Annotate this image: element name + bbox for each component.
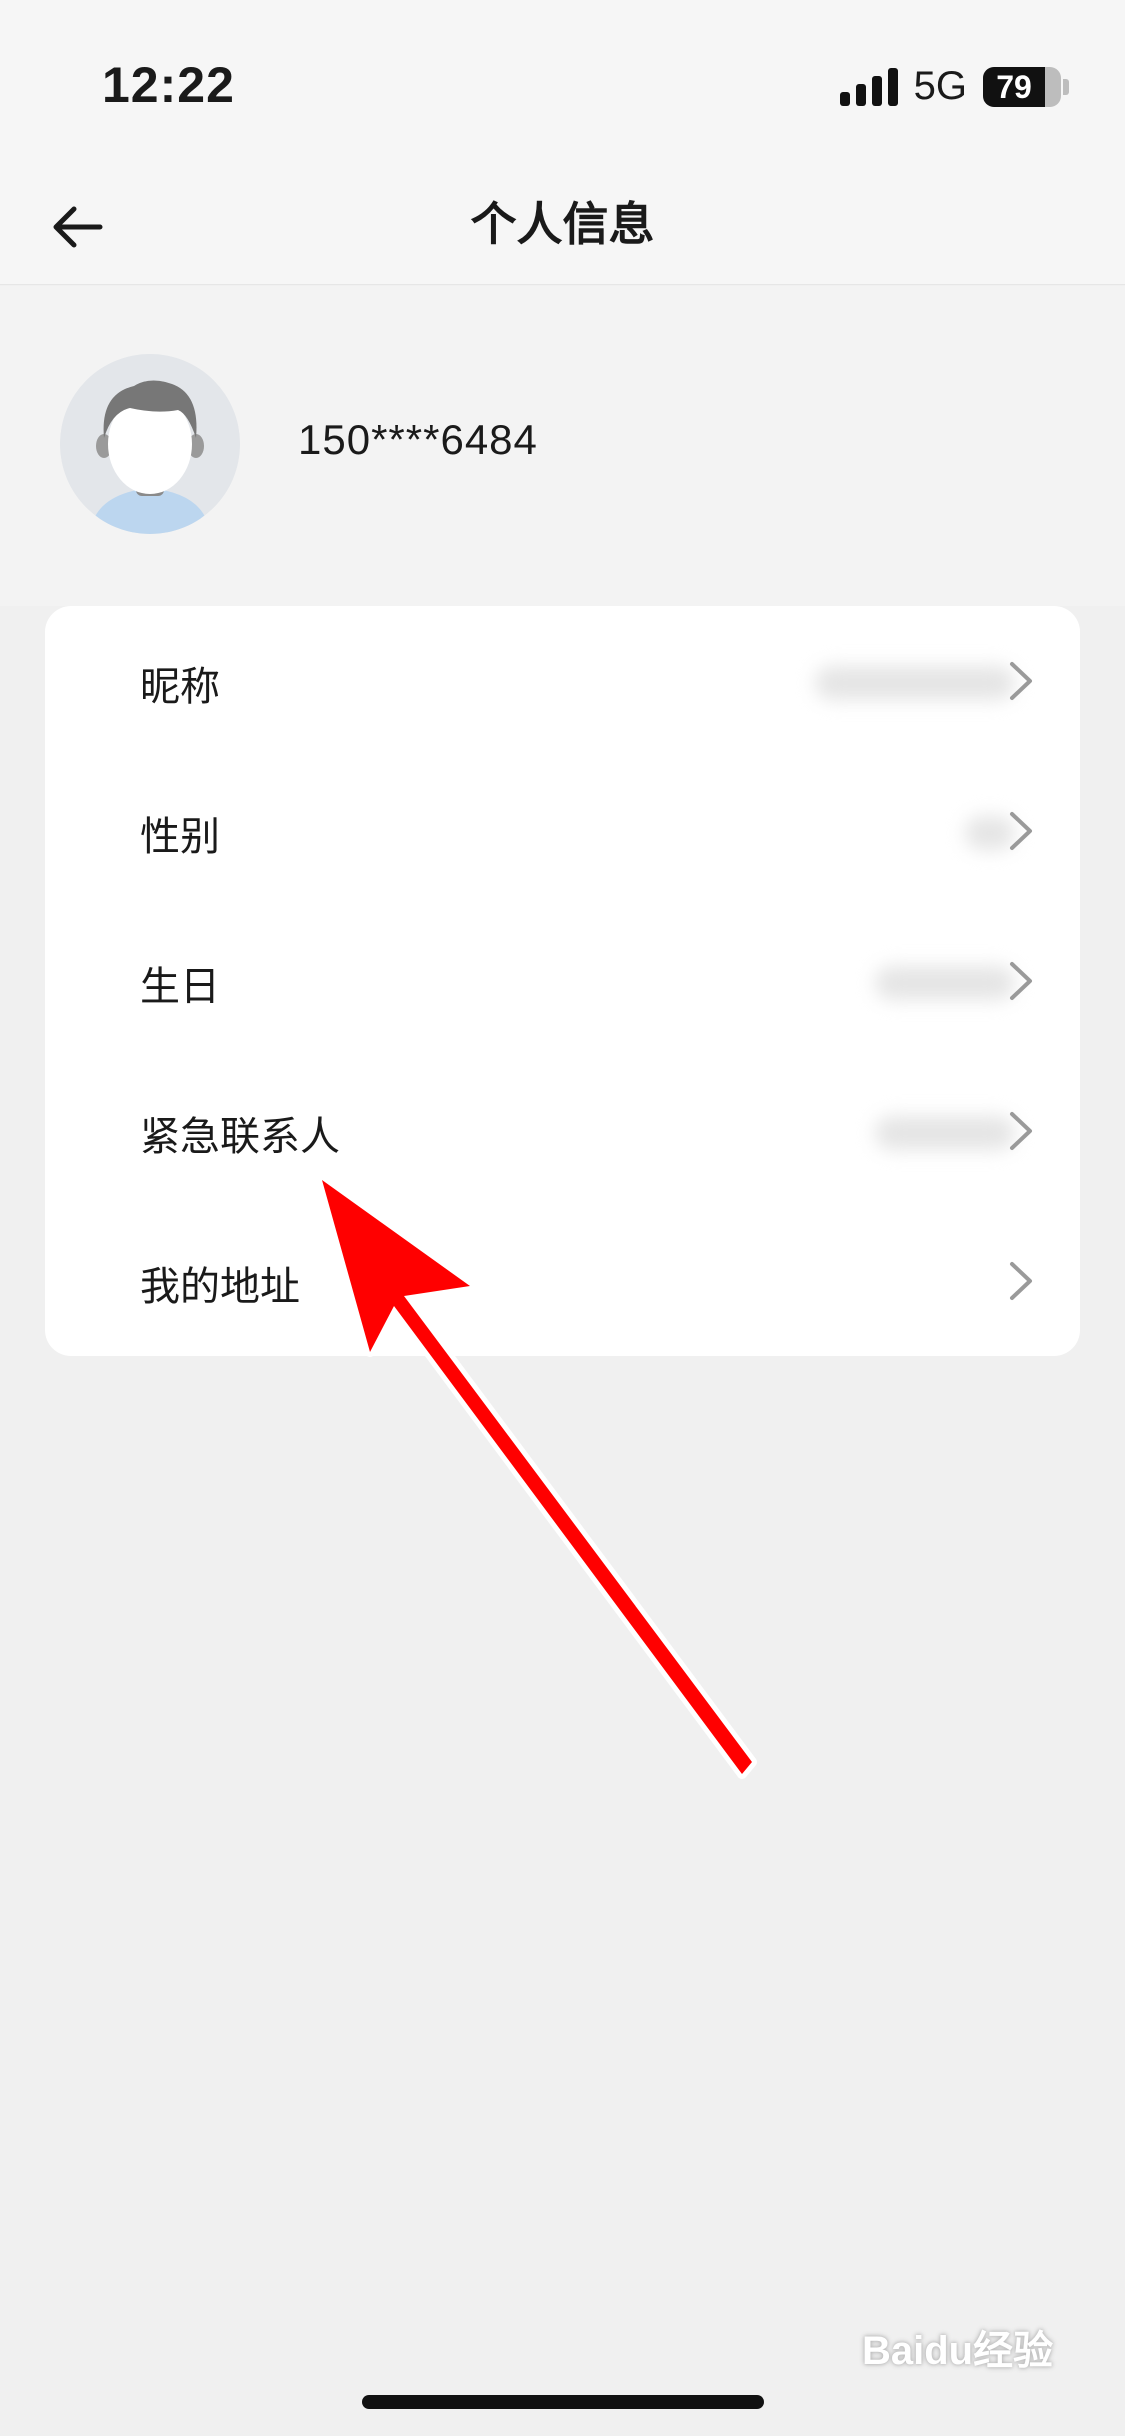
signal-icon bbox=[839, 67, 898, 106]
row-label: 生日 bbox=[140, 964, 220, 1010]
battery-cap bbox=[1063, 78, 1069, 95]
page-title: 个人信息 bbox=[470, 197, 655, 251]
row-emergency-contact[interactable]: 紧急联系人 bbox=[45, 1056, 1080, 1206]
emergency-contact-value-blurred bbox=[875, 1116, 1015, 1150]
status-bar: 12:22 5G 79 bbox=[0, 0, 1125, 170]
row-gender[interactable]: 性别 bbox=[45, 756, 1080, 906]
chevron-right-icon bbox=[1010, 1262, 1032, 1300]
row-birthday[interactable]: 生日 bbox=[45, 906, 1080, 1056]
home-indicator[interactable] bbox=[362, 2395, 764, 2409]
row-label: 紧急联系人 bbox=[140, 1114, 340, 1160]
chevron-right-icon bbox=[1010, 1112, 1032, 1150]
chevron-right-icon bbox=[1010, 662, 1032, 700]
phone-number: 150****6484 bbox=[298, 416, 538, 463]
birthday-value-blurred bbox=[875, 966, 1015, 1000]
avatar[interactable] bbox=[60, 354, 240, 534]
chevron-right-icon bbox=[1010, 812, 1032, 850]
profile-section: 150****6484 bbox=[0, 286, 1125, 606]
nav-header: 个人信息 bbox=[0, 170, 1125, 285]
chevron-right-icon bbox=[1010, 962, 1032, 1000]
row-nickname[interactable]: 昵称 bbox=[45, 606, 1080, 756]
info-card: 昵称 性别 生日 紧急联系人 我的地址 bbox=[45, 606, 1080, 1356]
row-label: 性别 bbox=[140, 814, 220, 860]
status-time: 12:22 bbox=[102, 57, 235, 113]
nickname-value-blurred bbox=[815, 666, 1015, 700]
watermark: Baidu经验 bbox=[862, 2329, 1054, 2373]
battery-icon: 79 bbox=[983, 66, 1061, 107]
row-my-address[interactable]: 我的地址 bbox=[45, 1206, 1080, 1356]
personal-info-screen: 12:22 5G 79 个人信息 150****6484 昵称 性别 生日 紧急… bbox=[0, 0, 1125, 2436]
status-indicators: 5G 79 bbox=[839, 64, 1069, 109]
row-label: 昵称 bbox=[140, 664, 220, 710]
battery-level: 79 bbox=[996, 68, 1032, 105]
default-avatar-icon bbox=[60, 354, 240, 534]
row-label: 我的地址 bbox=[140, 1264, 300, 1310]
network-type: 5G bbox=[913, 64, 967, 108]
